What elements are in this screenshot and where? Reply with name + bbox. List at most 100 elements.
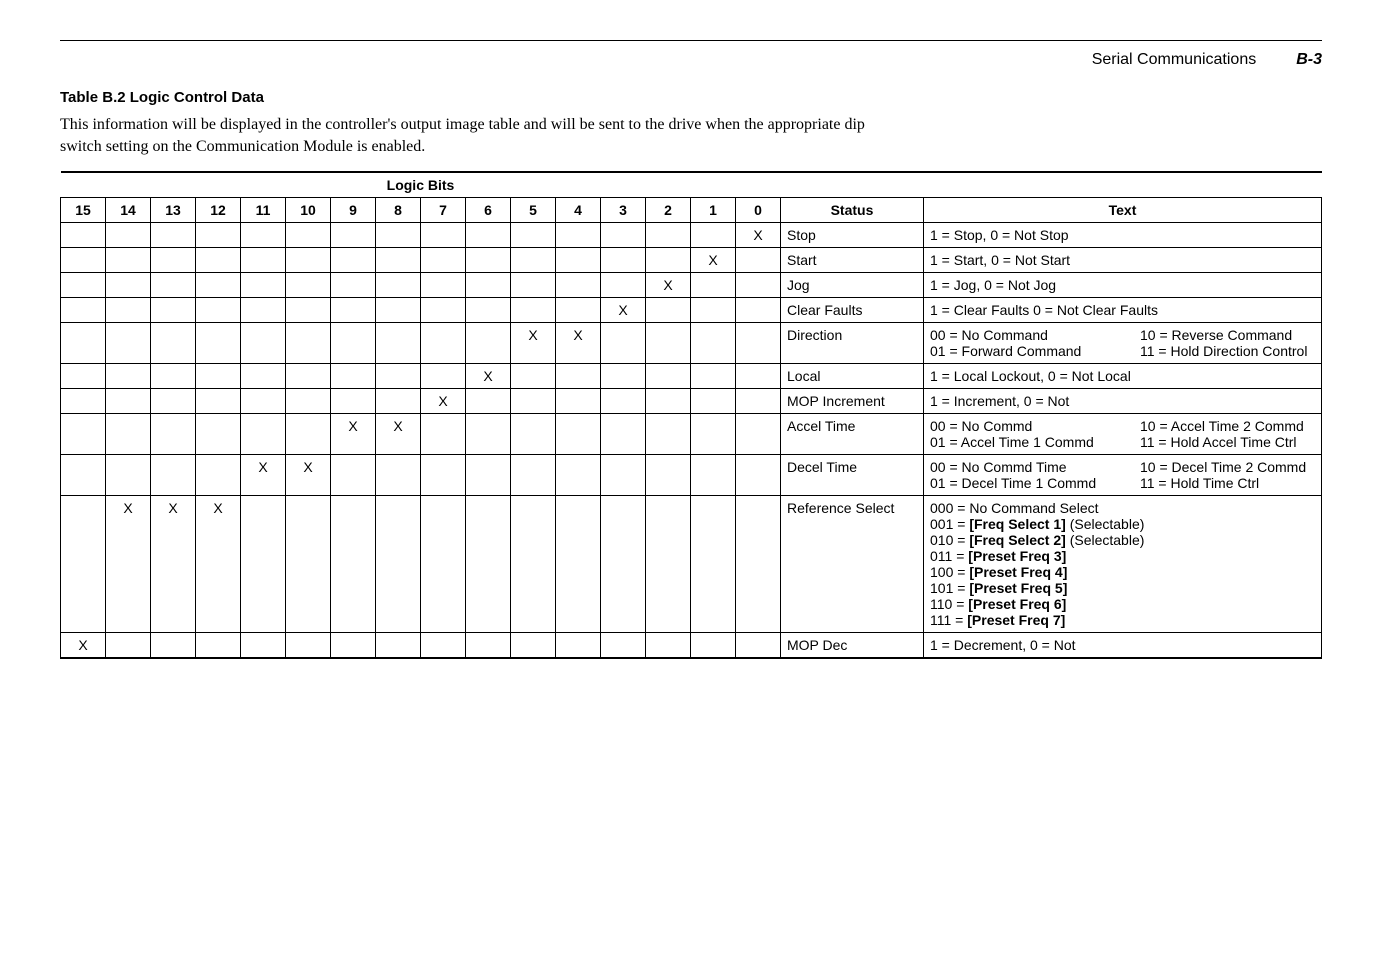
status-cell: Accel Time	[781, 414, 924, 455]
bit-cell	[376, 223, 421, 248]
bit-cell	[421, 364, 466, 389]
bit-cell	[556, 389, 601, 414]
status-cell: Stop	[781, 223, 924, 248]
bit-cell	[646, 223, 691, 248]
bit-cell	[511, 389, 556, 414]
bit-header: 8	[376, 198, 421, 223]
bit-header: 9	[331, 198, 376, 223]
text-cell: 000 = No Command Select001 = [Freq Selec…	[924, 496, 1322, 633]
bit-cell	[601, 389, 646, 414]
bit-cell	[151, 223, 196, 248]
bit-cell	[736, 414, 781, 455]
bit-cell	[646, 389, 691, 414]
bit-cell	[466, 323, 511, 364]
bit-cell	[331, 389, 376, 414]
bit-cell	[646, 364, 691, 389]
bit-cell	[331, 223, 376, 248]
bit-cell	[421, 273, 466, 298]
bit-cell	[691, 223, 736, 248]
bit-cell	[61, 496, 106, 633]
bit-header: 15	[61, 198, 106, 223]
bit-cell	[376, 323, 421, 364]
bit-cell	[466, 633, 511, 659]
bit-cell	[286, 248, 331, 273]
bit-header: 0	[736, 198, 781, 223]
bit-cell: X	[691, 248, 736, 273]
bit-cell	[511, 223, 556, 248]
table-row: XXDecel Time00 = No Commd Time10 = Decel…	[61, 455, 1322, 496]
text-cell: 1 = Start, 0 = Not Start	[924, 248, 1322, 273]
bit-cell: X	[466, 364, 511, 389]
bit-cell	[61, 273, 106, 298]
bit-cell	[466, 298, 511, 323]
bit-cell	[511, 633, 556, 659]
bit-cell	[556, 364, 601, 389]
doc-title: Serial Communications	[1092, 51, 1257, 69]
empty-header	[924, 172, 1322, 198]
bit-cell: X	[286, 455, 331, 496]
bit-cell	[601, 323, 646, 364]
bit-cell	[61, 223, 106, 248]
bit-cell	[376, 389, 421, 414]
bit-cell: X	[241, 455, 286, 496]
bit-cell	[646, 248, 691, 273]
bit-cell	[286, 414, 331, 455]
bit-cell	[466, 496, 511, 633]
bit-cell	[241, 223, 286, 248]
bit-cell	[286, 323, 331, 364]
bit-cell	[106, 223, 151, 248]
bit-cell	[691, 455, 736, 496]
bit-cell	[61, 414, 106, 455]
bit-cell	[331, 273, 376, 298]
bit-cell	[421, 496, 466, 633]
bit-cell	[556, 248, 601, 273]
bit-cell	[691, 414, 736, 455]
page-number: B-3	[1296, 51, 1322, 69]
bit-cell	[421, 414, 466, 455]
bit-cell	[61, 389, 106, 414]
bit-cell	[241, 298, 286, 323]
bit-cell	[106, 298, 151, 323]
bit-cell: X	[331, 414, 376, 455]
header-rule	[60, 40, 1322, 41]
bit-cell	[151, 414, 196, 455]
bit-cell	[241, 633, 286, 659]
bit-cell	[511, 273, 556, 298]
text-cell: 1 = Stop, 0 = Not Stop	[924, 223, 1322, 248]
bit-cell	[376, 633, 421, 659]
bit-cell	[61, 455, 106, 496]
bit-cell	[331, 248, 376, 273]
status-cell: Decel Time	[781, 455, 924, 496]
status-cell: Local	[781, 364, 924, 389]
status-header: Status	[781, 198, 924, 223]
bit-cell	[286, 496, 331, 633]
bit-cell	[196, 298, 241, 323]
bit-cell	[106, 633, 151, 659]
bit-cell	[196, 248, 241, 273]
bit-cell: X	[736, 223, 781, 248]
text-cell: 1 = Local Lockout, 0 = Not Local	[924, 364, 1322, 389]
bit-cell	[196, 455, 241, 496]
status-cell: Jog	[781, 273, 924, 298]
bit-cell	[511, 496, 556, 633]
bit-cell	[106, 414, 151, 455]
bit-cell	[736, 364, 781, 389]
bit-cell	[376, 364, 421, 389]
bit-cell	[736, 273, 781, 298]
bit-cell	[151, 633, 196, 659]
table-row: XXAccel Time00 = No Commd10 = Accel Time…	[61, 414, 1322, 455]
bit-cell	[196, 414, 241, 455]
bit-cell	[61, 323, 106, 364]
bit-cell: X	[601, 298, 646, 323]
bit-cell	[691, 323, 736, 364]
page-header: Serial Communications B-3	[60, 45, 1322, 75]
bit-cell	[106, 273, 151, 298]
bit-header: 13	[151, 198, 196, 223]
bit-cell	[241, 364, 286, 389]
intro-paragraph: This information will be displayed in th…	[60, 114, 880, 157]
bit-cell	[196, 389, 241, 414]
bit-cell	[106, 364, 151, 389]
bit-cell	[691, 364, 736, 389]
bit-cell	[556, 633, 601, 659]
bit-cell	[331, 298, 376, 323]
